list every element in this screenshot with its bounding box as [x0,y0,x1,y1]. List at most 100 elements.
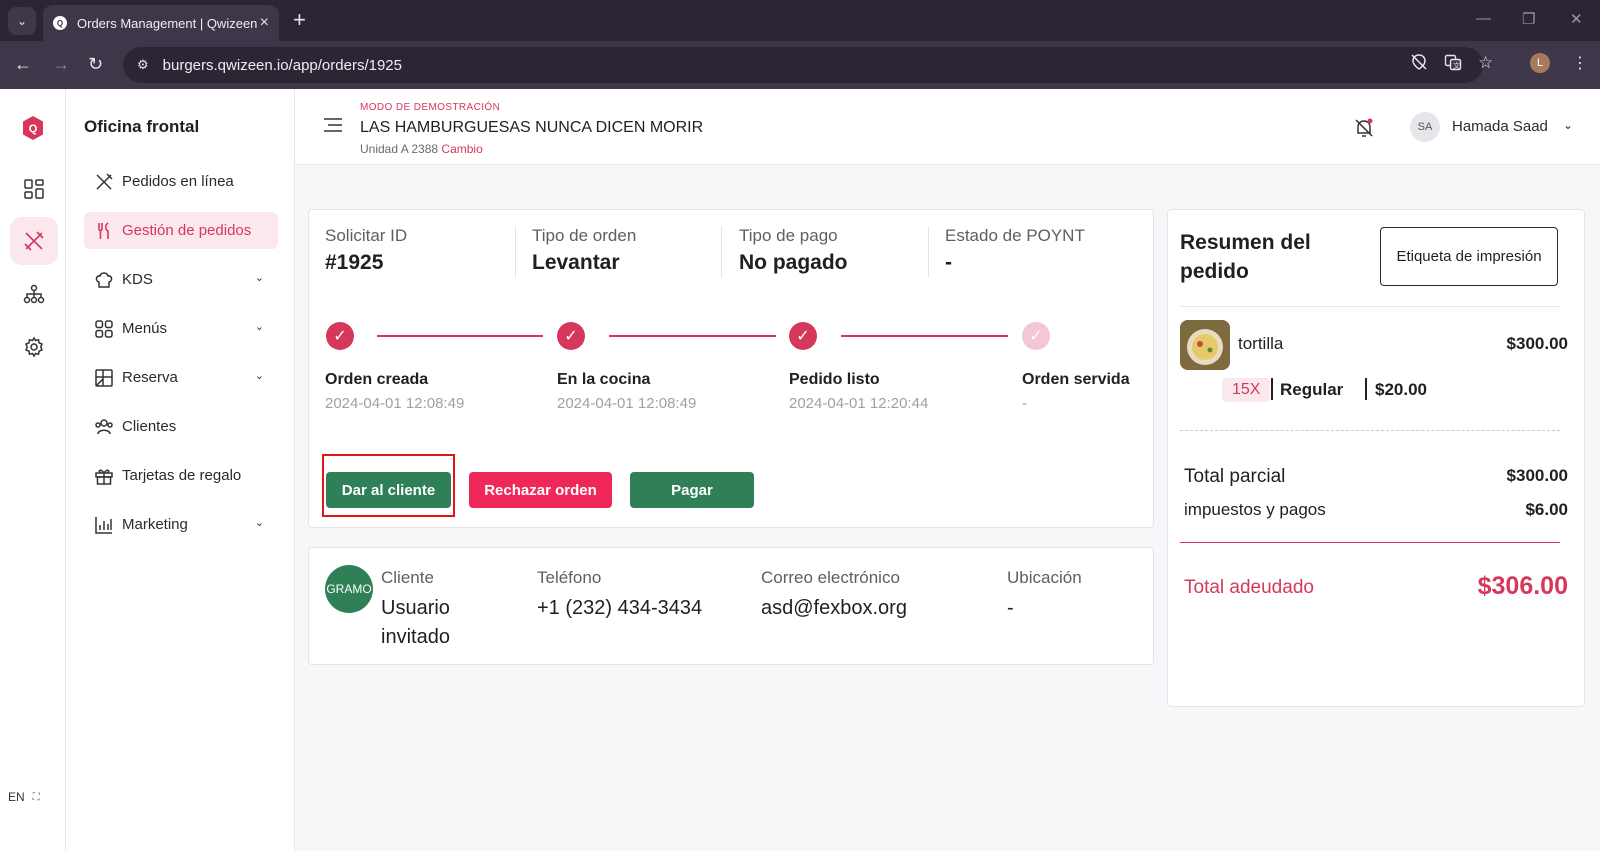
print-label-button[interactable]: Etiqueta de impresión [1380,227,1558,286]
icon-rail: Q EN ⛶ [0,89,66,851]
site-info-icon[interactable]: ⚙ [137,57,149,73]
dashed-divider [1180,430,1560,431]
step-pending-check-icon: ✓ [1022,322,1050,350]
divider [1180,542,1560,543]
store-name: LAS HAMBURGUESAS NUNCA DICEN MORIR [360,119,704,136]
sidebar-item-kds[interactable]: KDS ⌄ [84,261,278,298]
sidebar-item-label: Gestión de pedidos [122,222,252,239]
chevron-down-icon: ⌄ [254,272,264,284]
browser-menu-icon[interactable]: ⋮ [1572,53,1588,73]
sidebar-item-label: Tarjetas de regalo [122,467,242,484]
item-quantity-badge: 15X [1222,378,1271,402]
sidebar-item-label: Menús [122,320,168,337]
minimize-icon[interactable]: — [1476,10,1491,27]
step-time: - [1022,395,1027,412]
address-bar[interactable]: ⚙ burgers.qwizeen.io/app/orders/1925 [123,47,1483,83]
sidebar-item-online-orders[interactable]: Pedidos en línea [84,163,278,200]
tracking-off-icon[interactable] [1410,53,1428,76]
poynt-status: Estado de POYNT - [945,226,1085,274]
sidebar-item-clients[interactable]: Clientes [84,408,278,445]
sidebar-item-gift-cards[interactable]: Tarjetas de regalo [84,457,278,494]
item-name: tortilla [1238,334,1284,353]
divider [721,226,722,278]
fork-knife-icon [94,221,114,241]
sidebar-item-reservation[interactable]: Reserva ⌄ [84,359,278,396]
browser-toolbar: ← → ↻ ⚙ burgers.qwizeen.io/app/orders/19… [0,41,1600,89]
forward-icon[interactable]: → [52,54,70,74]
divider [1365,378,1367,400]
tab-close-icon[interactable]: × [260,14,269,32]
item-price: $300.00 [1506,334,1568,353]
step-time: 2024-04-01 12:08:49 [557,395,697,412]
rail-organization-icon[interactable] [10,270,58,318]
give-to-client-button[interactable]: Dar al cliente [326,472,451,508]
bookmark-star-icon[interactable]: ☆ [1478,53,1493,73]
bar-chart-icon [94,515,114,535]
divider [1271,378,1273,400]
user-avatar[interactable]: SA [1410,112,1440,142]
sidebar-item-menus[interactable]: Menús ⌄ [84,310,278,347]
translate-icon[interactable]: 文 [1444,53,1462,76]
utensils-icon [94,172,114,192]
sidebar-item-order-management[interactable]: Gestión de pedidos [84,212,278,249]
step-name: Pedido listo [789,371,880,388]
customer-email: Correo electrónico asd@fexbox.org [761,568,907,619]
rail-settings-icon[interactable] [10,323,58,371]
step-name: En la cocina [557,371,651,388]
back-icon[interactable]: ← [14,54,32,74]
app-root: Q EN ⛶ Oficina frontal Pedidos en línea [0,89,1600,851]
tab-search-button[interactable]: ⌄ [8,7,36,35]
restore-icon[interactable]: ❐ [1522,10,1535,28]
step-name: Orden servida [1022,371,1130,388]
expand-icon: ⛶ [32,791,40,803]
user-name[interactable]: Hamada Saad [1452,118,1548,135]
qwizeen-logo-icon[interactable]: Q [21,115,45,141]
pay-button[interactable]: Pagar [630,472,754,508]
order-id: Solicitar ID #1925 [325,226,408,274]
item-variant: Regular [1280,380,1344,399]
divider [515,226,516,278]
unit-label: Unidad A 2388 [360,142,439,156]
order-summary-card: Resumen del pedido Etiqueta de impresión… [1167,209,1585,707]
browser-tab[interactable]: Q Orders Management | Qwizeen × [43,5,279,41]
hamburger-menu-icon[interactable] [323,117,343,138]
payment-type: Tipo de pago No pagado [739,226,848,274]
window-close-icon[interactable]: ✕ [1570,10,1583,28]
subtotal-label: Total parcial [1184,466,1286,487]
language-switcher[interactable]: EN ⛶ [8,786,54,808]
new-tab-button[interactable]: + [293,9,306,31]
favicon-icon: Q [53,16,67,30]
step-connector [841,335,1008,337]
notifications-off-icon[interactable] [1353,117,1375,144]
chevron-down-icon[interactable]: ⌄ [1563,118,1573,132]
step-done-check-icon: ✓ [789,322,817,350]
total-due-value: $306.00 [1477,572,1568,600]
profile-avatar[interactable]: L [1530,53,1550,73]
store-unit: Unidad A 2388 Cambio [360,142,483,156]
url-text: burgers.qwizeen.io/app/orders/1925 [162,56,402,74]
language-label: EN [8,790,25,804]
divider [928,226,929,278]
sidebar: Oficina frontal Pedidos en línea Gestión… [66,89,295,851]
reject-order-button[interactable]: Rechazar orden [469,472,612,508]
change-store-link[interactable]: Cambio [441,142,482,156]
sidebar-item-label: Marketing [122,516,188,533]
users-icon [94,417,114,437]
reload-icon[interactable]: ↻ [88,54,103,74]
sidebar-item-label: KDS [122,271,153,288]
svg-text:Q: Q [29,123,38,135]
divider [1180,306,1560,307]
app-header: MODO DE DEMOSTRACIÓN LAS HAMBURGUESAS NU… [295,89,1600,165]
item-modifier-price: $20.00 [1375,380,1427,399]
rail-orders-icon[interactable] [10,217,58,265]
subtotal-value: $300.00 [1506,466,1568,485]
customer-avatar: GRAMO [325,565,373,613]
gift-icon [94,466,114,486]
chevron-down-icon: ⌄ [254,370,264,382]
total-due-label: Total adeudado [1184,577,1314,598]
rail-dashboard-icon[interactable] [10,165,58,213]
customer-name: Cliente Usuario invitado [381,568,450,648]
item-thumbnail [1180,320,1230,370]
sidebar-item-marketing[interactable]: Marketing ⌄ [84,506,278,543]
customer-card: GRAMO Cliente Usuario invitado Teléfono … [308,547,1154,665]
